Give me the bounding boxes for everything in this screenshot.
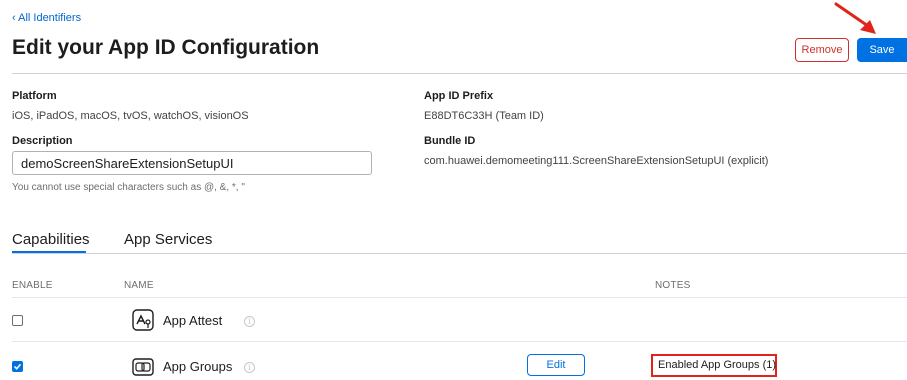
enable-checkbox-app-groups[interactable]	[12, 361, 23, 372]
enable-checkbox-app-attest[interactable]	[12, 315, 23, 326]
description-input[interactable]	[12, 151, 372, 175]
info-icon[interactable]: i	[244, 316, 255, 327]
save-button[interactable]: Save	[857, 38, 907, 62]
app-attest-icon	[132, 309, 154, 331]
edit-app-groups-button[interactable]: Edit	[527, 354, 585, 376]
app-groups-icon	[132, 358, 154, 376]
bundle-id-value: com.huawei.demomeeting111.ScreenShareExt…	[424, 155, 769, 167]
back-link-all-identifiers[interactable]: ‹ All Identifiers	[12, 12, 81, 24]
remove-button[interactable]: Remove	[795, 38, 849, 62]
app-groups-note: Enabled App Groups (1)	[651, 354, 777, 377]
annotation-arrow-icon	[834, 2, 876, 34]
table-row-divider	[12, 341, 907, 342]
platform-value: iOS, iPadOS, macOS, tvOS, watchOS, visio…	[12, 110, 249, 122]
page-title: Edit your App ID Configuration	[12, 36, 320, 59]
column-header-enable: ENABLE	[12, 280, 53, 291]
app-id-prefix-label: App ID Prefix	[424, 90, 494, 102]
capability-name-app-attest: App Attest	[163, 313, 223, 328]
tabs-divider	[12, 253, 907, 254]
column-header-notes: NOTES	[655, 280, 691, 291]
bundle-id-label: Bundle ID	[424, 135, 476, 147]
capability-name-app-groups: App Groups	[163, 359, 233, 374]
header-divider	[12, 73, 907, 74]
app-id-prefix-value: E88DT6C33H (Team ID)	[424, 110, 544, 122]
tab-app-services[interactable]: App Services	[124, 231, 212, 248]
column-header-name: NAME	[124, 280, 154, 291]
description-label: Description	[12, 135, 73, 147]
description-hint: You cannot use special characters such a…	[12, 182, 245, 193]
table-header-divider	[12, 297, 907, 298]
platform-label: Platform	[12, 90, 57, 102]
info-icon[interactable]: i	[244, 362, 255, 373]
tab-capabilities[interactable]: Capabilities	[12, 231, 90, 248]
